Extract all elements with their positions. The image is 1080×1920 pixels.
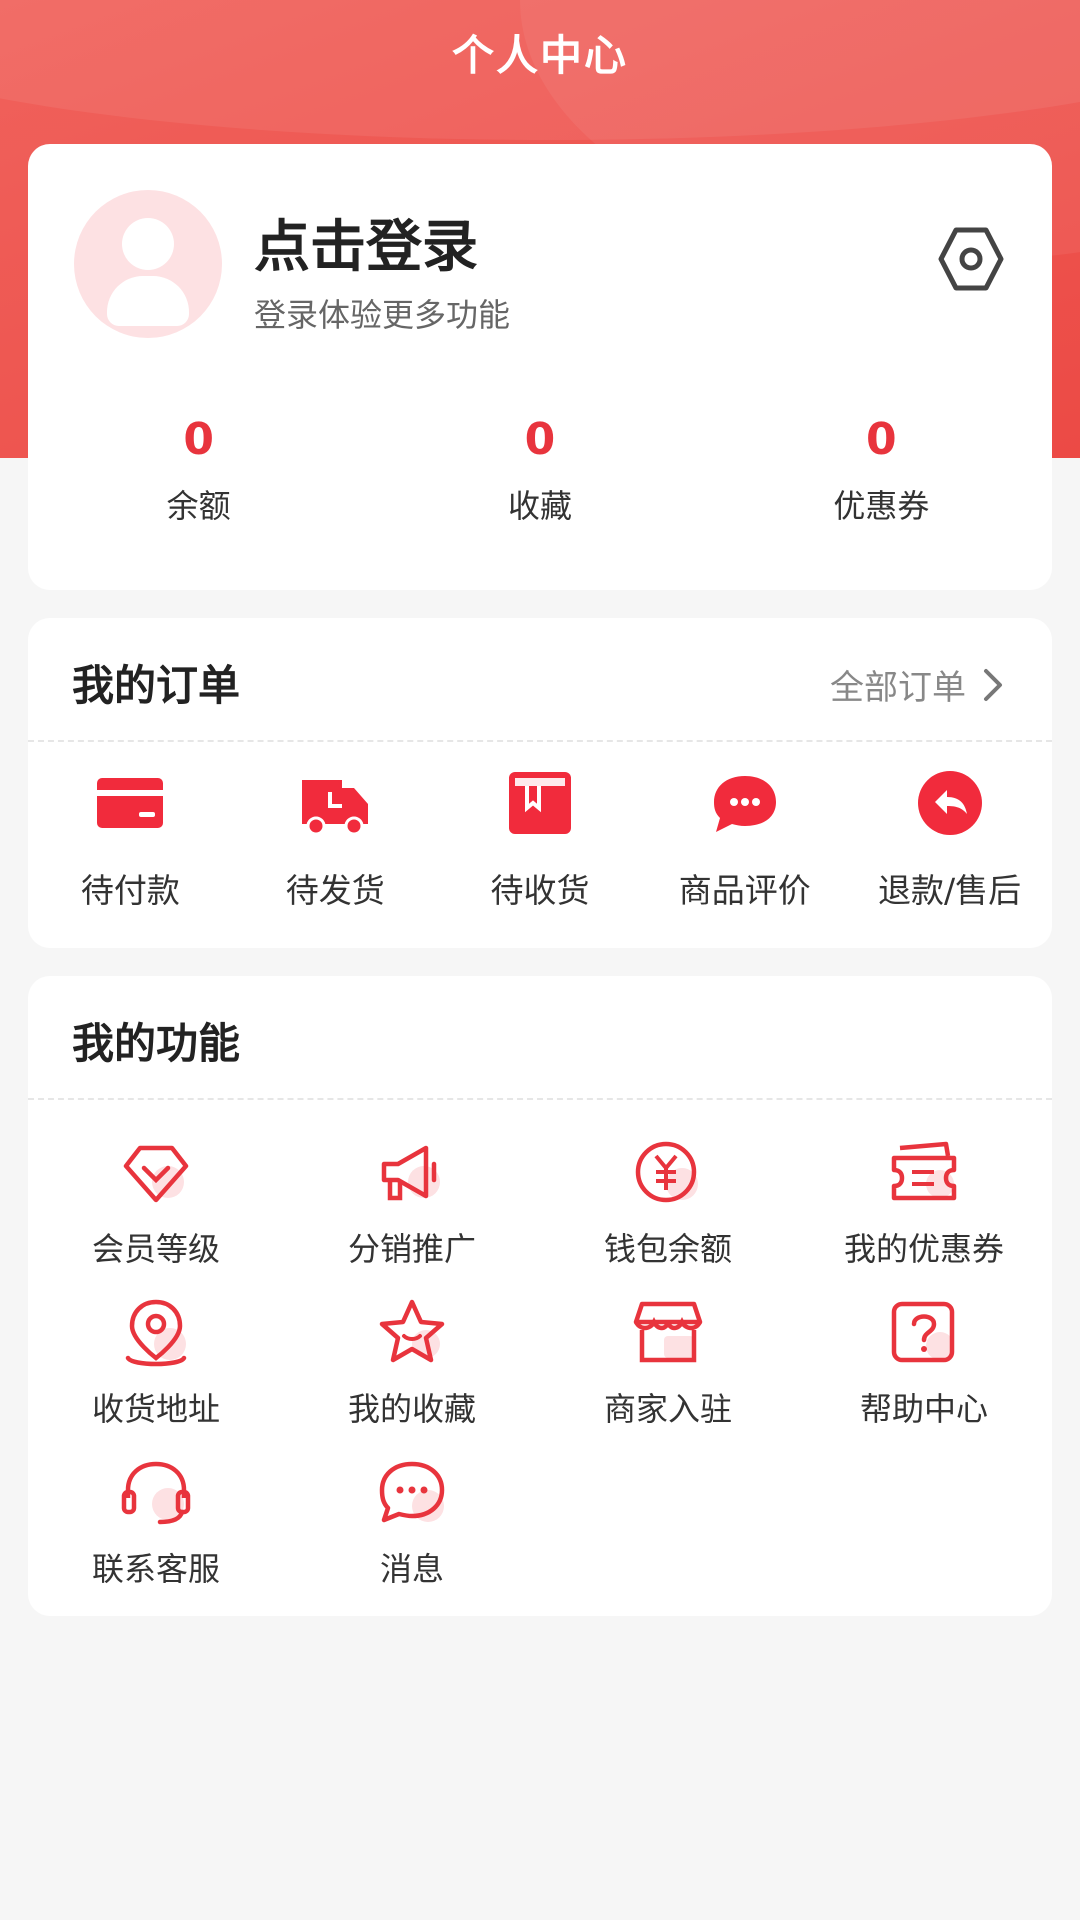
question-icon — [891, 1301, 955, 1363]
order-item-review[interactable]: 商品评价 — [642, 768, 847, 912]
stat-value: 0 — [524, 414, 556, 465]
ticket-icon — [891, 1141, 957, 1201]
stat-value: 0 — [183, 414, 214, 465]
order-item-pending-shipment[interactable]: 待发货 — [233, 768, 438, 912]
func-item-label: 消息 — [379, 1550, 444, 1588]
stat-balance[interactable]: 0 余额 — [28, 412, 369, 552]
func-item-label: 会员等级 — [91, 1230, 220, 1268]
order-item-label: 商品评价 — [678, 871, 811, 910]
headset-icon — [121, 1461, 191, 1525]
func-item-customer-service[interactable]: 联系客服 — [28, 1456, 284, 1590]
func-item-label: 收货地址 — [91, 1390, 220, 1428]
func-item-label: 分销推广 — [347, 1230, 476, 1268]
stat-coupons[interactable]: 0 优惠券 — [711, 412, 1052, 552]
order-item-label: 待收货 — [490, 871, 590, 910]
package-icon — [508, 772, 571, 834]
order-item-pending-receipt[interactable]: 待收货 — [438, 768, 643, 912]
chat-bubble-icon — [713, 776, 776, 832]
avatar[interactable] — [74, 190, 222, 338]
page-title: 个人中心 — [451, 31, 628, 80]
stat-value: 0 — [866, 414, 897, 465]
megaphone-icon — [381, 1145, 440, 1201]
func-item-my-coupons[interactable]: 我的优惠券 — [796, 1136, 1052, 1270]
login-title[interactable]: 点击登录 — [254, 202, 478, 283]
orders-header: 我的订单 全部订单 — [28, 618, 1052, 742]
all-orders-link[interactable]: 全部订单 — [830, 660, 1004, 709]
func-item-label: 帮助中心 — [859, 1390, 988, 1428]
func-item-label: 商家入驻 — [603, 1390, 732, 1428]
yen-coin-icon — [635, 1141, 698, 1203]
order-item-pending-payment[interactable]: 待付款 — [28, 768, 233, 912]
settings-icon[interactable] — [936, 224, 1006, 294]
stat-label: 余额 — [166, 487, 231, 525]
order-item-label: 退款/售后 — [878, 871, 1022, 910]
functions-header: 我的功能 — [28, 976, 1052, 1100]
stat-label: 优惠券 — [833, 487, 930, 525]
func-item-messages[interactable]: 消息 — [284, 1456, 540, 1590]
func-item-wallet[interactable]: 钱包余额 — [540, 1136, 796, 1270]
order-item-refund[interactable]: 退款/售后 — [847, 768, 1052, 912]
func-item-distribution[interactable]: 分销推广 — [284, 1136, 540, 1270]
stat-favorites[interactable]: 0 收藏 — [369, 412, 710, 552]
order-status-row: 待付款 待发货 待收货 商品评价 退款/售后 — [28, 768, 1052, 912]
message-icon — [379, 1461, 445, 1523]
functions-card: 我的功能 会员等级 分销推广 钱包余额 我的优惠券 收货地址 我的收藏 商家入驻… — [28, 976, 1052, 1616]
stat-label: 收藏 — [507, 487, 572, 525]
login-subtitle: 登录体验更多功能 — [254, 296, 511, 334]
func-item-label: 联系客服 — [91, 1550, 220, 1588]
card-icon — [97, 778, 164, 828]
profile-card: 点击登录 登录体验更多功能 0 余额 0 收藏 0 优惠券 — [28, 144, 1052, 590]
func-item-favorites[interactable]: 我的收藏 — [284, 1296, 540, 1430]
func-item-address[interactable]: 收货地址 — [28, 1296, 284, 1430]
stats-row: 0 余额 0 收藏 0 优惠券 — [28, 412, 1052, 552]
chevron-right-icon — [984, 668, 1002, 701]
func-item-member-level[interactable]: 会员等级 — [28, 1136, 284, 1270]
order-item-label: 待发货 — [285, 871, 385, 910]
diamond-icon — [123, 1145, 189, 1203]
orders-card: 我的订单 全部订单 待付款 待发货 待收货 商品评价 退款/售后 — [28, 618, 1052, 948]
functions-title: 我的功能 — [72, 1019, 241, 1068]
return-icon — [917, 771, 982, 835]
all-orders-label: 全部订单 — [830, 668, 966, 708]
func-item-label: 我的收藏 — [347, 1390, 476, 1428]
func-item-label: 我的优惠券 — [843, 1230, 1004, 1268]
orders-title: 我的订单 — [72, 661, 241, 710]
func-item-help-center[interactable]: 帮助中心 — [796, 1296, 1052, 1430]
func-item-label: 钱包余额 — [603, 1230, 732, 1268]
truck-icon — [302, 780, 369, 836]
location-pin-icon — [125, 1299, 187, 1367]
star-icon — [379, 1299, 445, 1363]
func-item-merchant-join[interactable]: 商家入驻 — [540, 1296, 796, 1430]
store-icon — [633, 1301, 703, 1363]
order-item-label: 待付款 — [80, 871, 180, 910]
